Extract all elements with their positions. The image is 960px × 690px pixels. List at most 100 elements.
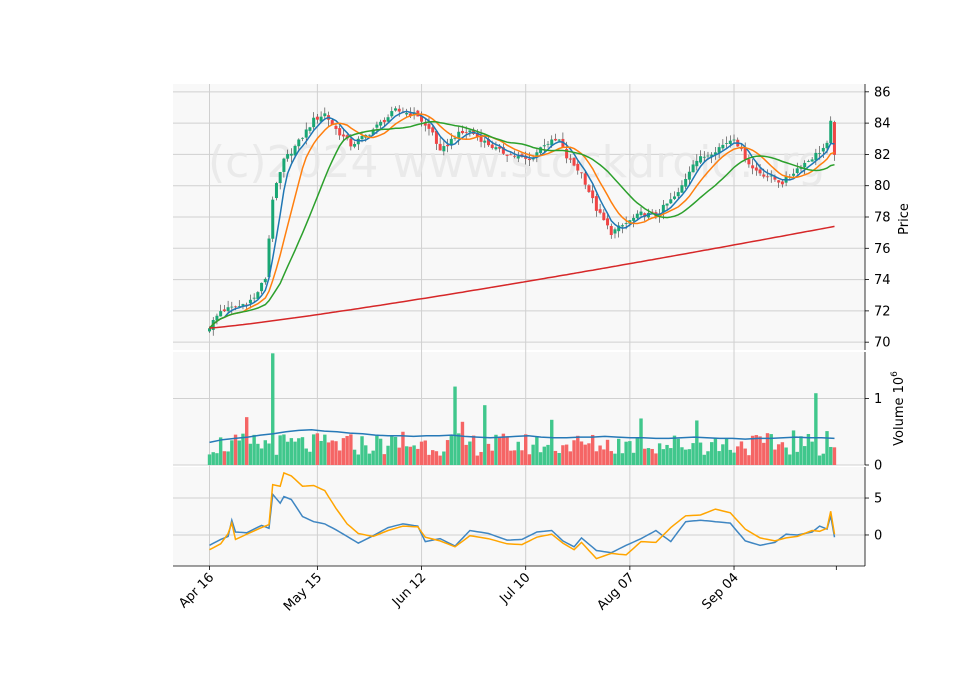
candle-body — [639, 211, 643, 216]
volume-bar — [438, 455, 442, 465]
candle-body — [315, 116, 319, 120]
volume-bar — [739, 441, 744, 465]
volume-bar — [698, 442, 703, 465]
candle-body — [766, 176, 769, 178]
volume-bar — [378, 438, 383, 465]
volume-bar — [654, 453, 658, 465]
volume-bar — [311, 434, 316, 465]
candle-body — [803, 162, 807, 168]
volume-bar — [710, 442, 714, 465]
volume-bar — [245, 417, 249, 465]
candle-body — [405, 112, 409, 115]
volume-bar — [598, 445, 602, 465]
price-tick-label: 72 — [874, 304, 891, 319]
volume-bar — [657, 443, 662, 465]
candle-body — [747, 159, 751, 165]
volume-bar — [341, 438, 346, 465]
price-tick-label: 70 — [874, 336, 891, 351]
volume-bar — [308, 451, 312, 465]
candle-body — [323, 113, 327, 117]
volume-bar — [442, 451, 446, 465]
price-tick-label: 76 — [874, 242, 891, 257]
candle-body — [580, 172, 583, 174]
volume-bar — [784, 447, 788, 465]
volume-bar — [605, 439, 610, 465]
volume-bar — [803, 446, 807, 465]
candle-body — [483, 140, 487, 143]
candle-body — [606, 218, 610, 226]
volume-bar — [821, 453, 825, 465]
volume-bar — [527, 454, 532, 465]
volume-bar — [326, 442, 331, 465]
volume-bar — [754, 435, 759, 465]
candle-body — [635, 213, 639, 219]
volume-bar — [475, 455, 480, 465]
volume-bar — [211, 452, 215, 465]
volume-bar — [695, 420, 699, 465]
candle-body — [687, 171, 691, 180]
volume-bar — [393, 436, 398, 465]
candle-body — [263, 278, 267, 283]
price-tick-label: 74 — [874, 273, 891, 288]
volume-bar — [382, 454, 387, 465]
volume-bar — [639, 418, 643, 465]
volume-bar — [814, 393, 818, 465]
volume-bar — [736, 446, 740, 465]
volume-bar — [419, 441, 424, 465]
candle-body — [609, 225, 613, 236]
candle-body — [583, 173, 587, 185]
volume-bar — [564, 444, 569, 465]
volume-bar — [650, 448, 654, 465]
volume-bar — [408, 446, 413, 465]
volume-bar — [267, 443, 271, 465]
volume-bar — [706, 451, 710, 465]
candle-body — [591, 190, 595, 199]
volume-bar — [672, 435, 677, 465]
volume-bar — [531, 444, 535, 465]
candle-body — [576, 163, 580, 171]
volume-bar — [609, 451, 613, 465]
volume-bar — [583, 444, 587, 465]
indicator-panel-background — [173, 467, 865, 566]
volume-bar — [810, 441, 814, 465]
volume-bar — [691, 443, 695, 465]
volume-bar — [795, 451, 799, 465]
volume-bar — [747, 455, 751, 465]
candle-body — [367, 134, 371, 136]
volume-bar — [631, 452, 636, 465]
volume-bar — [516, 441, 520, 465]
candle-body — [304, 129, 308, 138]
volume-bar — [330, 440, 334, 465]
volume-bar — [218, 437, 223, 465]
volume-bar — [505, 436, 509, 465]
volume-bar — [829, 446, 833, 465]
volume-bar — [271, 353, 275, 465]
candle-body — [602, 212, 606, 221]
volume-bar — [434, 451, 439, 465]
volume-bar — [401, 431, 405, 465]
volume-bar — [256, 443, 260, 465]
candle-body — [394, 108, 397, 111]
indicator-tick-label: 5 — [874, 492, 882, 507]
candle-body — [792, 173, 796, 176]
candle-body — [665, 203, 669, 206]
volume-tick-label: 0 — [874, 459, 882, 474]
candle-body — [490, 144, 494, 149]
candle-body — [695, 160, 699, 167]
volume-bar — [497, 437, 502, 465]
candle-body — [527, 158, 531, 161]
volume-bar — [724, 438, 729, 465]
candle-body — [509, 154, 513, 156]
volume-bar — [520, 450, 524, 465]
volume-bar — [323, 434, 327, 465]
volume-bar — [512, 450, 517, 465]
volume-bar — [386, 445, 390, 465]
candle-body — [312, 117, 316, 128]
volume-bar — [423, 440, 427, 465]
volume-bar — [285, 441, 290, 465]
candle-body — [379, 121, 383, 126]
candle-body — [557, 139, 561, 141]
candle-body — [594, 196, 598, 211]
candle-body — [289, 153, 293, 156]
volume-bar — [252, 434, 256, 465]
